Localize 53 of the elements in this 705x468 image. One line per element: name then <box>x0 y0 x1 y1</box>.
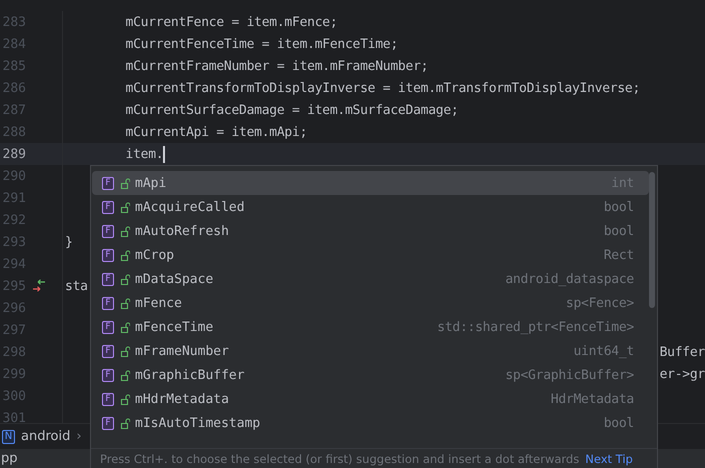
completion-item[interactable]: F mGraphicBuffer sp<GraphicBuffer> <box>92 363 649 387</box>
code-line: sta <box>65 278 88 294</box>
unlocked-padlock-icon <box>120 418 130 428</box>
hint-text: Press Ctrl+. to choose the selected (or first) suggestion and insert a dot afterwards <box>100 452 580 466</box>
completion-item[interactable]: F mAutoRefresh bool <box>92 219 649 243</box>
unlocked-padlock-icon <box>120 370 130 380</box>
field-icon: F <box>102 392 114 406</box>
unlocked-padlock-icon <box>120 394 130 404</box>
unlocked-padlock-icon <box>120 178 130 188</box>
code-line: Buffer <box>660 344 705 360</box>
next-tip-link[interactable]: Next Tip <box>585 452 633 466</box>
field-icon: F <box>102 272 114 286</box>
code-line: mCurrentFenceTime = item.mFenceTime; <box>124 36 398 52</box>
field-icon: F <box>102 320 114 334</box>
unlocked-padlock-icon <box>120 346 130 356</box>
namespace-icon: N <box>2 430 15 444</box>
override-arrows-icon <box>32 279 46 293</box>
field-icon: F <box>102 416 114 430</box>
code-line: mCurrentFrameNumber = item.mFrameNumber; <box>124 58 428 74</box>
line-number: 289 <box>2 146 26 162</box>
code-line: mCurrentSurfaceDamage = item.mSurfaceDamage; <box>124 102 458 118</box>
completion-item[interactable]: F mDataSpace android_dataspace <box>92 267 649 291</box>
text-caret <box>163 146 166 162</box>
completion-item[interactable]: F mAcquireCalled bool <box>92 195 649 219</box>
unlocked-padlock-icon <box>120 250 130 260</box>
breadcrumb-separator: › <box>76 429 82 444</box>
breadcrumb-item[interactable]: android <box>21 429 70 444</box>
code-line: mCurrentFence = item.mFence; <box>124 14 338 30</box>
completion-item[interactable]: F mHdrMetadata HdrMetadata <box>92 387 649 411</box>
code-line: } <box>65 234 73 250</box>
completion-item[interactable]: F mFenceTime std::shared_ptr<FenceTime> <box>92 315 649 339</box>
field-icon: F <box>102 176 114 190</box>
file-name[interactable]: pp <box>1 451 18 466</box>
unlocked-padlock-icon <box>120 226 130 236</box>
field-icon: F <box>102 368 114 382</box>
field-icon: F <box>102 344 114 358</box>
unlocked-padlock-icon <box>120 274 130 284</box>
completion-item[interactable]: F mIsAutoTimestamp bool <box>92 411 649 435</box>
code-line: item. <box>124 146 164 162</box>
code-line: mCurrentApi = item.mApi; <box>124 124 308 140</box>
field-icon: F <box>102 224 114 238</box>
field-icon: F <box>102 296 114 310</box>
completion-item[interactable]: F mFence sp<Fence> <box>92 291 649 315</box>
code-line: mCurrentTransformToDisplayInverse = item.mTransformToDisplayInverse; <box>124 80 640 96</box>
completion-item[interactable]: F mCrop Rect <box>92 243 649 267</box>
field-icon: F <box>102 248 114 262</box>
unlocked-padlock-icon <box>120 202 130 212</box>
scrollbar[interactable] <box>649 172 655 308</box>
field-icon: F <box>102 200 114 214</box>
unlocked-padlock-icon <box>120 298 130 308</box>
unlocked-padlock-icon <box>120 322 130 332</box>
completion-item[interactable]: F mFrameNumber uint64_t <box>92 339 649 363</box>
code-line: er->gr <box>660 366 705 382</box>
